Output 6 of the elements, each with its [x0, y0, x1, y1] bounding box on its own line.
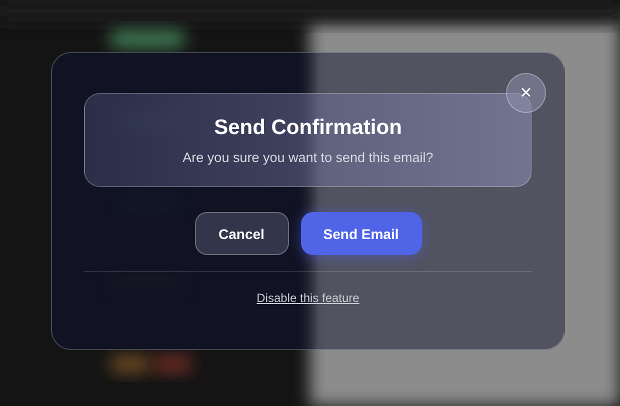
- cancel-button[interactable]: Cancel: [194, 212, 288, 255]
- dialog-message: Are you sure you want to send this email?: [182, 150, 434, 164]
- send-button[interactable]: Send Email: [300, 212, 422, 255]
- close-button[interactable]: ×: [506, 73, 546, 113]
- disable-link[interactable]: Disable this feature: [256, 291, 360, 305]
- dialog-title: Send Confirmation: [214, 116, 402, 140]
